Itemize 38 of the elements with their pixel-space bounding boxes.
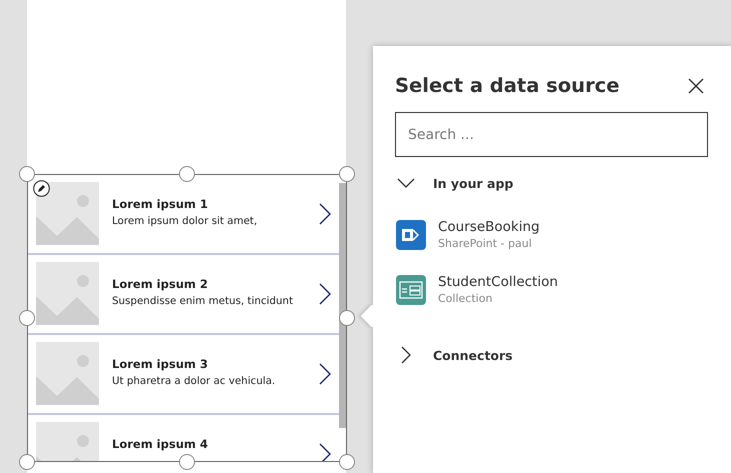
item-title: Lorem ipsum 4 [112, 437, 209, 451]
item-title: Lorem ipsum 3 [112, 357, 209, 371]
source-detail: SharePoint - paul [438, 237, 533, 250]
close-button[interactable] [687, 76, 705, 94]
section-header[interactable]: In your app [397, 171, 708, 195]
pencil-icon[interactable] [33, 180, 50, 197]
resize-handle[interactable] [339, 310, 355, 326]
chevron-right-icon[interactable] [319, 283, 331, 305]
gallery[interactable]: Lorem ipsum 1 Lorem ipsum dolor sit amet, Lorem ipsum 2 Suspendisse enim metus, tincidunt Lorem ipsum 3 Ut pharetra a dolor ac vehicula. Lorem ipsum 4 [27, 174, 347, 462]
sharepoint-icon [396, 220, 426, 250]
section-header[interactable]: Connectors [397, 343, 708, 367]
chevron-right-icon[interactable] [319, 443, 331, 461]
chevron-right-icon[interactable] [319, 363, 331, 385]
resize-handle[interactable] [339, 166, 355, 182]
resize-handle[interactable] [19, 166, 35, 182]
item-subtitle: Ut pharetra a dolor ac vehicula. [112, 375, 276, 387]
search-field[interactable]: Search ... [395, 112, 708, 157]
scrollbar[interactable] [339, 183, 346, 428]
image-placeholder-icon [36, 262, 99, 325]
chevron-right-icon[interactable] [319, 203, 331, 225]
source-name: CourseBooking [438, 219, 540, 235]
resize-handle[interactable] [339, 454, 355, 470]
resize-handle[interactable] [179, 454, 195, 470]
image-placeholder-icon [36, 342, 99, 405]
resize-handle[interactable] [179, 166, 195, 182]
source-name: StudentCollection [438, 274, 558, 290]
item-subtitle: Suspendisse enim metus, tincidunt [112, 295, 294, 307]
resize-handle[interactable] [19, 310, 35, 326]
item-subtitle: Lorem ipsum dolor sit amet, [112, 215, 258, 227]
resize-handle[interactable] [19, 454, 35, 470]
panel-title: Select a data source [395, 74, 620, 97]
item-title: Lorem ipsum 1 [112, 197, 209, 211]
table-icon [396, 274, 426, 304]
item-title: Lorem ipsum 2 [112, 277, 209, 291]
source-detail: Collection [438, 292, 494, 305]
data-source-item[interactable]: CourseBooking SharePoint - paul [396, 219, 708, 250]
image-placeholder-icon [36, 182, 99, 245]
data-source-item[interactable]: StudentCollection Collection [396, 274, 708, 305]
